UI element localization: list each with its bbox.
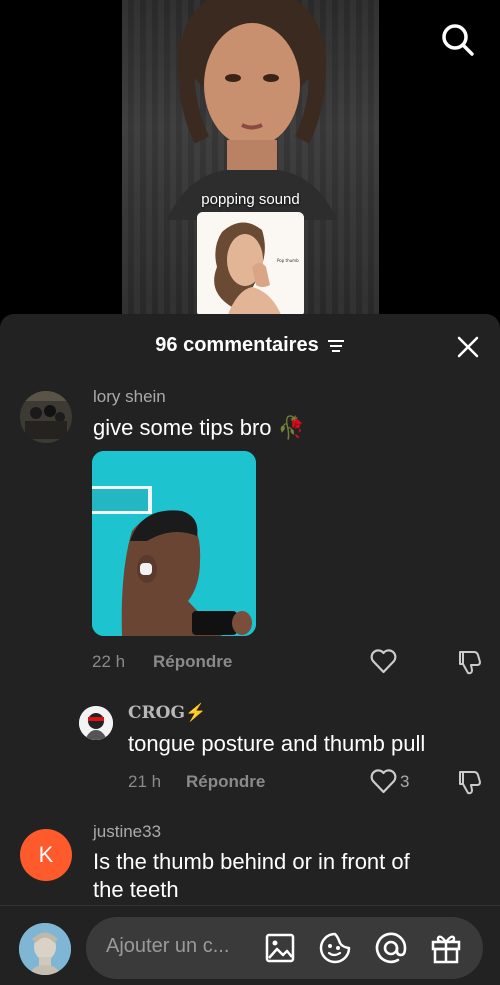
reply-button[interactable]: Répondre — [153, 652, 232, 672]
avatar[interactable] — [79, 706, 113, 740]
comment-count-label: 96 commentaires — [155, 334, 319, 356]
avatar[interactable] — [19, 923, 71, 975]
dislike-icon[interactable] — [454, 648, 482, 681]
avatar[interactable]: K — [20, 829, 72, 881]
comment-text: tongue posture and thumb pull — [128, 731, 426, 756]
like-heart-icon[interactable] — [370, 768, 397, 799]
wilted-rose-emoji: 🥀 — [277, 415, 306, 440]
comment-time: 22 h — [92, 652, 126, 671]
comment-input-placeholder[interactable]: Ajouter un c... — [106, 935, 229, 958]
image-icon[interactable] — [263, 931, 297, 965]
comment-photo[interactable] — [92, 451, 256, 636]
video-person — [167, 0, 337, 220]
reply-button[interactable]: Répondre — [186, 772, 265, 792]
comment-username[interactable]: CROG⚡ — [128, 703, 206, 723]
sticker-icon[interactable] — [318, 931, 352, 965]
gift-icon[interactable] — [429, 931, 463, 965]
comment-text-body: give some tips bro — [93, 415, 272, 440]
like-heart-icon[interactable] — [370, 648, 397, 679]
comment-text: give some tips bro 🥀 — [93, 415, 305, 441]
mention-icon[interactable] — [374, 931, 408, 965]
close-icon[interactable] — [456, 335, 480, 359]
search-icon[interactable] — [438, 20, 478, 60]
dislike-icon[interactable] — [454, 768, 482, 801]
sort-filter-icon[interactable] — [327, 339, 345, 353]
comment-text-line-2: the teeth — [93, 877, 179, 902]
video-caption: popping sound — [201, 191, 300, 208]
comments-header: 96 commentaires — [0, 334, 500, 362]
reply-username-text: CROG — [128, 703, 185, 723]
comment-username[interactable]: justine33 — [93, 822, 161, 842]
avatar[interactable] — [20, 391, 72, 443]
like-count: 3 — [400, 772, 410, 791]
comment-text-line-1: Is the thumb behind or in front of — [93, 849, 410, 874]
video-sticker-image: Pop thumb — [197, 212, 304, 317]
comment-time: 21 h — [128, 772, 162, 791]
video-area[interactable]: popping sound Pop thumb — [0, 0, 500, 320]
svg-text:Pop thumb: Pop thumb — [277, 258, 299, 263]
comment-username[interactable]: lory shein — [93, 387, 166, 407]
comment-count-title[interactable]: 96 commentaires — [155, 334, 344, 357]
lightning-badge: ⚡ — [185, 703, 207, 723]
